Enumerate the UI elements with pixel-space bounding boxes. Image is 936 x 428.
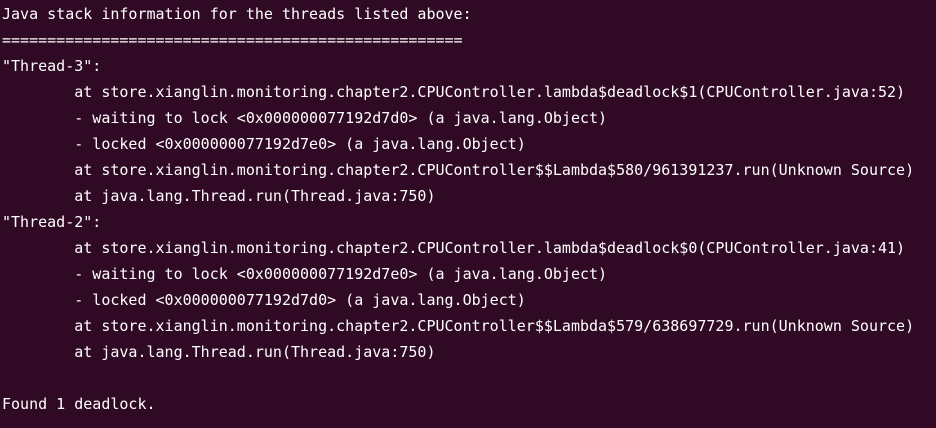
stack-frame: at store.xianglin.monitoring.chapter2.CP… (2, 83, 906, 101)
lock-waiting-line: - waiting to lock <0x000000077192d7d0> (… (2, 109, 608, 127)
lock-waiting-line: - waiting to lock <0x000000077192d7e0> (… (2, 265, 608, 283)
deadlock-summary: Found 1 deadlock. (2, 395, 156, 413)
lock-held-line: - locked <0x000000077192d7d0> (a java.la… (2, 291, 526, 309)
thread-header-thread-3: "Thread-3": (2, 57, 102, 75)
stack-frame: at java.lang.Thread.run(Thread.java:750) (2, 343, 436, 361)
thread-header-thread-2: "Thread-2": (2, 213, 102, 231)
terminal-output[interactable]: Java stack information for the threads l… (0, 0, 936, 428)
stack-frame: at store.xianglin.monitoring.chapter2.CP… (2, 161, 915, 179)
stack-frame: at store.xianglin.monitoring.chapter2.CP… (2, 317, 915, 335)
stack-frame: at store.xianglin.monitoring.chapter2.CP… (2, 239, 906, 257)
lock-held-line: - locked <0x000000077192d7e0> (a java.la… (2, 135, 526, 153)
separator-line: ========================================… (2, 31, 463, 49)
section-heading: Java stack information for the threads l… (2, 5, 472, 23)
stack-frame: at java.lang.Thread.run(Thread.java:750) (2, 187, 436, 205)
